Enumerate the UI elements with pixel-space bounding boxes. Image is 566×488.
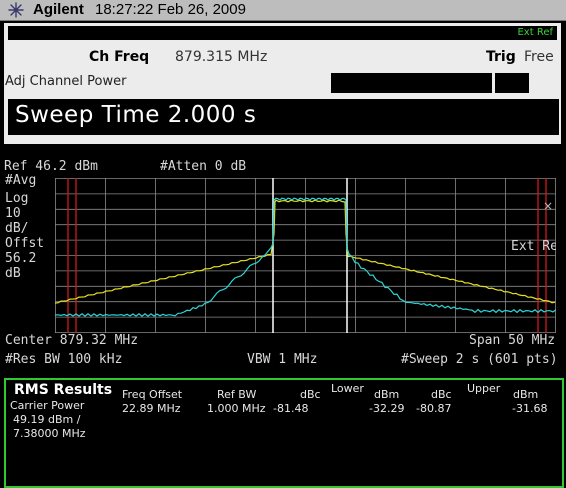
plot-ext-ref: Ext Ref: [511, 239, 556, 254]
brand-name: Agilent: [33, 1, 84, 18]
info-panel: Ext Ref Ch Freq 879.315 MHz Trig Free Ad…: [4, 23, 561, 144]
attenuation: #Atten 0 dB: [160, 159, 247, 174]
status-box-1: [331, 73, 492, 93]
res-bw: #Res BW 100 kHz: [5, 352, 123, 367]
trace-yellow: [55, 199, 556, 304]
row-lower-dbm: -32.29: [369, 402, 405, 415]
col-upper: Upper: [467, 382, 501, 395]
col-freq-offset: Freq Offset: [122, 388, 183, 401]
avg-indicator: #Avg: [5, 173, 37, 188]
offset-unit: dB: [5, 266, 21, 281]
marker-icon: ×: [543, 199, 553, 213]
ext-ref-indicator: Ext Ref: [517, 27, 553, 38]
offset-label: Offst: [5, 236, 45, 251]
row-lower-dbc: -81.48: [273, 402, 309, 415]
scale-type: Log: [5, 191, 29, 206]
measurement-name: Adj Channel Power: [5, 74, 127, 89]
center-frequency: Center 879.32 MHz: [5, 333, 139, 348]
row-upper-dbm: -31.68: [512, 402, 548, 415]
trig-value[interactable]: Free: [524, 49, 554, 65]
carrier-power-label: Carrier Power: [10, 399, 85, 412]
scale-value: 10: [5, 206, 21, 221]
row-upper-dbc: -80.87: [416, 402, 452, 415]
col-upper-dbm: dBm: [513, 388, 539, 401]
sweep-setting: #Sweep 2 s (601 pts): [401, 352, 558, 367]
span: Span 50 MHz: [469, 333, 556, 348]
results-panel: RMS Results Carrier Power 49.19 dBm / 7.…: [4, 378, 564, 488]
timestamp: 18:27:22 Feb 26, 2009: [95, 1, 246, 18]
col-lower-dbm: dBm: [374, 388, 400, 401]
col-lower: Lower: [331, 382, 364, 395]
active-function-area[interactable]: Sweep Time 2.000 s: [8, 99, 559, 135]
status-strip: Ext Ref: [8, 26, 557, 40]
vbw: VBW 1 MHz: [247, 352, 318, 367]
results-title: RMS Results: [14, 382, 113, 398]
offset-value: 56.2: [5, 251, 37, 266]
title-bar: Agilent 18:27:22 Feb 26, 2009: [0, 0, 566, 21]
ch-freq-value[interactable]: 879.315 MHz: [175, 49, 267, 65]
trig-label: Trig: [486, 49, 516, 65]
row-ref-bw: 1.000 MHz: [207, 402, 266, 415]
analyzer-screen: Agilent 18:27:22 Feb 26, 2009 Ext Ref Ch…: [0, 0, 566, 488]
scale-unit: dB/: [5, 221, 29, 236]
col-ref-bw: Ref BW: [217, 388, 257, 401]
trace-plot: × Ext Ref: [55, 178, 556, 333]
spectrum-display: Ref 46.2 dBm #Atten 0 dB #Avg Log 10 dB/…: [0, 145, 566, 376]
row-freq-offset: 22.89 MHz: [122, 402, 181, 415]
ch-freq-label: Ch Freq: [89, 49, 150, 65]
ref-level: Ref 46.2 dBm: [4, 159, 98, 174]
carrier-bandwidth: 7.38000 MHz: [13, 427, 86, 440]
carrier-power-value: 49.19 dBm /: [13, 413, 81, 426]
status-box-2: [495, 73, 529, 93]
col-upper-dbc: dBc: [431, 388, 452, 401]
sweep-time-display: Sweep Time 2.000 s: [15, 102, 257, 128]
agilent-logo-icon: [8, 2, 24, 18]
col-lower-dbc: dBc: [300, 388, 321, 401]
